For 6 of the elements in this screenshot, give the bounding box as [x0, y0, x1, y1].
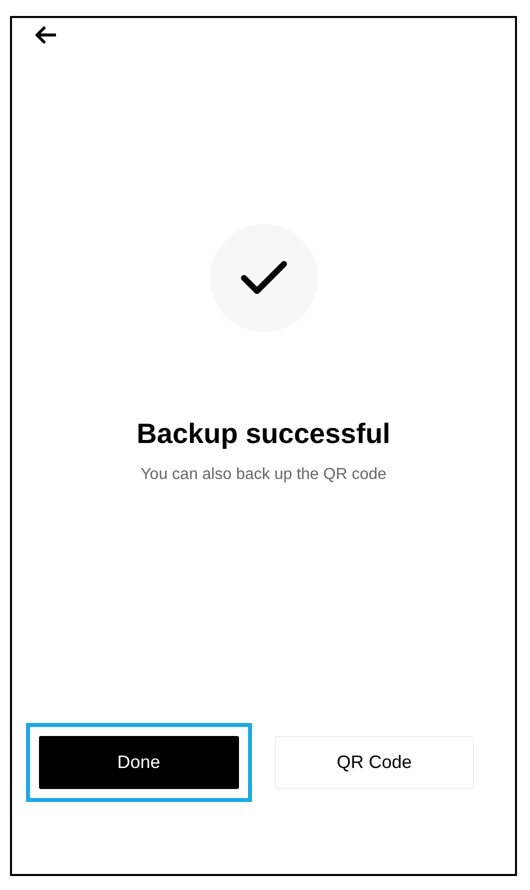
back-icon[interactable] [34, 26, 56, 44]
qr-code-button[interactable]: QR Code [274, 736, 474, 789]
title: Backup successful [136, 418, 390, 450]
done-button[interactable]: Done [39, 736, 238, 789]
subtitle: You can also back up the QR code [140, 466, 386, 484]
checkmark-icon [240, 260, 288, 296]
